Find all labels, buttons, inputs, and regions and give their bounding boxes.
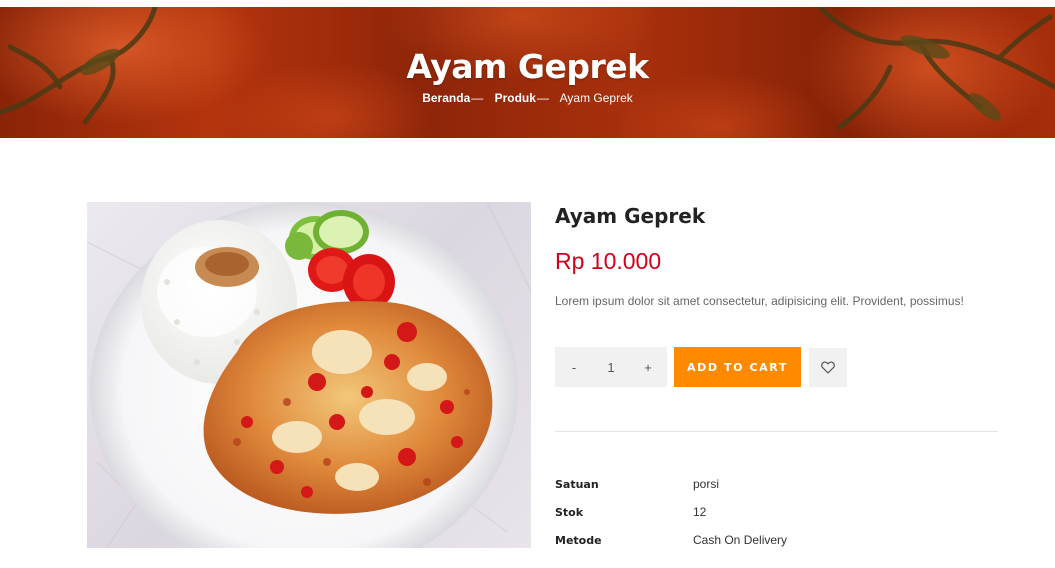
spec-row-metode: Metode Cash On Delivery: [555, 526, 998, 554]
spec-label: Satuan: [555, 477, 599, 491]
spec-row-stok: Stok 12: [555, 498, 998, 526]
product-price: Rp 10.000: [555, 248, 662, 274]
product-description: Lorem ipsum dolor sit amet consectetur, …: [555, 294, 964, 308]
page-banner: Ayam Geprek Beranda— Produk— Ayam Geprek: [0, 7, 1055, 138]
product-name: Ayam Geprek: [555, 204, 706, 228]
spec-label: Metode: [555, 533, 602, 547]
page-title: Ayam Geprek: [406, 47, 649, 86]
spec-value: Cash On Delivery: [693, 533, 788, 547]
breadcrumb-products-link[interactable]: Produk: [495, 91, 536, 105]
add-to-cart-button[interactable]: ADD TO CART: [674, 347, 801, 387]
quantity-input[interactable]: 1: [601, 360, 621, 375]
breadcrumb-separator: —: [471, 91, 484, 105]
ayam-geprek-photo: [87, 202, 531, 548]
wishlist-button[interactable]: [809, 348, 847, 387]
quantity-decrement-button[interactable]: -: [569, 360, 579, 375]
breadcrumb-separator: —: [536, 91, 549, 105]
quantity-increment-button[interactable]: +: [643, 360, 653, 375]
spec-value: 12: [693, 505, 707, 519]
spec-label: Stok: [555, 505, 584, 519]
product-image: [87, 202, 531, 548]
heart-icon: [821, 361, 835, 374]
spec-value: porsi: [693, 477, 720, 491]
section-divider: [555, 431, 998, 432]
quantity-stepper: - 1 +: [555, 347, 667, 387]
product-specs: Satuan porsi Stok 12 Metode Cash On Deli…: [555, 470, 998, 554]
spec-row-satuan: Satuan porsi: [555, 470, 998, 498]
breadcrumb-home-link[interactable]: Beranda: [422, 91, 470, 105]
breadcrumb-current: Ayam Geprek: [559, 91, 633, 105]
breadcrumb: Beranda— Produk— Ayam Geprek: [0, 91, 1055, 105]
